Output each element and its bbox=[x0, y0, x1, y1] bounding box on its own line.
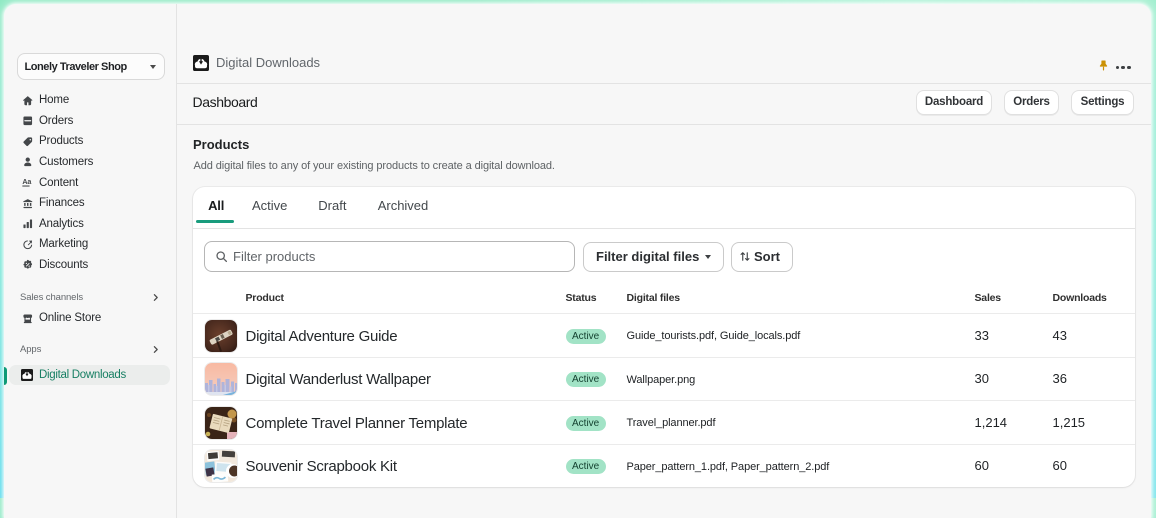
svg-text:Aa: Aa bbox=[22, 178, 32, 186]
